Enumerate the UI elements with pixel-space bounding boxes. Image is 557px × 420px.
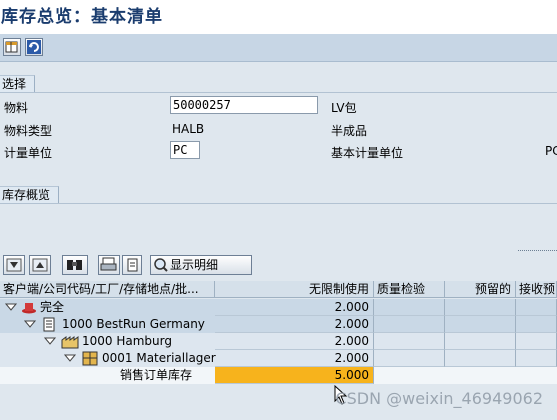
unrestricted-cell[interactable]: 2.000 xyxy=(215,350,374,367)
table-row[interactable]: 0001 Materiallager 2.000 xyxy=(0,350,557,367)
print-icon xyxy=(100,257,117,271)
column-header-quality[interactable]: 质量检验 xyxy=(374,281,445,298)
table-row[interactable]: 完全 2.000 xyxy=(0,299,557,316)
tree-node-label: 1000 BestRun Germany xyxy=(62,317,205,331)
tree-node-label: 1000 Hamburg xyxy=(82,334,172,348)
tree-node-label: 销售订单库存 xyxy=(119,368,192,382)
grid-settings-icon xyxy=(5,41,18,53)
reserved-cell[interactable] xyxy=(445,299,516,316)
document-icon xyxy=(127,258,138,272)
overview-divider xyxy=(0,203,557,204)
unrestricted-cell[interactable]: 2.000 xyxy=(215,316,374,333)
reserved-cell[interactable] xyxy=(445,333,516,350)
display-detail-button[interactable]: 显示明细 xyxy=(150,255,252,275)
tree-node-label: 完全 xyxy=(40,300,65,314)
selection-panel: 选择 物料 50000257 LV包 物料类型 HALB 半成品 计量单位 PC… xyxy=(0,62,557,182)
stock-overview-panel: 库存概览 xyxy=(0,182,557,252)
refresh-button[interactable] xyxy=(25,38,43,56)
unit-field[interactable]: PC xyxy=(170,141,200,159)
expand-icon xyxy=(6,258,22,272)
unrestricted-cell-selected[interactable]: 5.000 xyxy=(215,367,374,384)
base-unit-label: 基本计量单位 xyxy=(331,146,404,160)
receipt-reserved-cell[interactable] xyxy=(516,333,557,350)
save-layout-button[interactable] xyxy=(3,38,21,56)
application-toolbar xyxy=(0,34,557,62)
plant-factory-icon xyxy=(61,336,79,349)
find-button[interactable] xyxy=(62,255,88,275)
binoculars-icon xyxy=(67,260,82,270)
tree-expanded-icon xyxy=(64,354,76,362)
receipt-reserved-cell[interactable] xyxy=(516,350,557,367)
material-label: 物料 xyxy=(4,101,29,115)
unrestricted-cell[interactable]: 2.000 xyxy=(215,333,374,350)
receipt-reserved-cell[interactable] xyxy=(516,299,557,316)
expand-button[interactable] xyxy=(3,255,25,275)
column-header-hierarchy[interactable]: 客户端/公司代码/工厂/存储地点/批... xyxy=(0,281,215,298)
tree-node-label: 0001 Materiallager xyxy=(102,351,216,365)
tree-expanded-icon xyxy=(5,303,17,311)
column-header-receipt-reserved[interactable]: 接收预留 xyxy=(516,281,557,298)
column-header-unrestricted[interactable]: 无限制使用 xyxy=(215,281,374,298)
selection-tab-label: 选择 xyxy=(2,77,27,91)
quality-cell[interactable] xyxy=(374,316,445,333)
tree-expanded-icon xyxy=(44,337,56,345)
splitter-dots[interactable] xyxy=(518,250,557,251)
table-row[interactable]: 1000 BestRun Germany 2.000 xyxy=(0,316,557,333)
reserved-cell[interactable] xyxy=(445,316,516,333)
display-detail-label: 显示明细 xyxy=(170,258,219,272)
table-row[interactable]: 1000 Hamburg 2.000 xyxy=(0,333,557,350)
stock-overview-tab-label: 库存概览 xyxy=(2,188,51,202)
watermark: CSDN @weixin_46949062 xyxy=(335,389,543,408)
quality-cell[interactable] xyxy=(374,299,445,316)
table-row[interactable]: 销售订单库存 5.000 xyxy=(0,367,557,384)
page-title: 库存总览：基本清单 xyxy=(1,7,163,27)
unit-label: 计量单位 xyxy=(4,146,53,160)
material-type-value: HALB xyxy=(172,122,205,136)
material-type-description: 半成品 xyxy=(331,124,368,138)
reserved-cell[interactable] xyxy=(445,367,516,384)
company-building-icon xyxy=(43,317,55,332)
reserved-cell[interactable] xyxy=(445,350,516,367)
material-description: LV包 xyxy=(331,101,357,115)
client-hat-icon xyxy=(22,303,36,314)
tree-expanded-icon xyxy=(24,320,36,328)
receipt-reserved-cell[interactable] xyxy=(516,316,557,333)
quality-cell[interactable] xyxy=(374,367,445,384)
receipt-reserved-cell[interactable] xyxy=(516,367,557,384)
selection-tab: 选择 xyxy=(0,75,36,92)
base-unit-value: PC xyxy=(545,144,557,158)
collapse-icon xyxy=(32,258,48,272)
storage-location-icon xyxy=(82,351,98,366)
quality-cell[interactable] xyxy=(374,350,445,367)
stock-overview-tab: 库存概览 xyxy=(0,186,60,203)
unrestricted-cell[interactable]: 2.000 xyxy=(215,299,374,316)
column-header-reserved[interactable]: 预留的 xyxy=(445,281,516,298)
title-bar: 库存总览：基本清单 xyxy=(0,0,557,34)
quality-cell[interactable] xyxy=(374,333,445,350)
alv-toolbar: 显示明细 xyxy=(0,252,557,278)
material-type-label: 物料类型 xyxy=(4,124,53,138)
export-button[interactable] xyxy=(122,255,142,275)
selection-divider xyxy=(0,92,557,93)
magnifier-icon xyxy=(154,258,168,272)
refresh-icon xyxy=(27,40,41,54)
print-button[interactable] xyxy=(98,255,120,275)
collapse-button[interactable] xyxy=(29,255,51,275)
material-field[interactable]: 50000257 xyxy=(170,96,318,114)
